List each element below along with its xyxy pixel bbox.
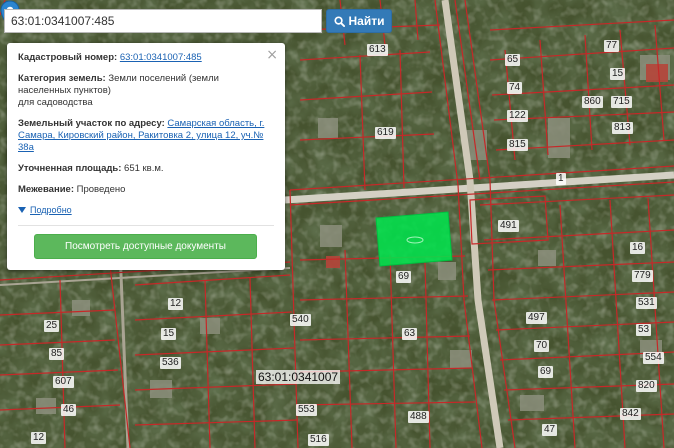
plot-label: 488 (408, 411, 429, 423)
plot-label: 122 (507, 110, 528, 122)
area-row: Уточненная площадь: 651 кв.м. (18, 163, 273, 175)
view-documents-button[interactable]: Посмотреть доступные документы (34, 234, 257, 259)
plot-label: 25 (44, 320, 60, 332)
plot-label: 613 (367, 44, 388, 56)
plot-label: 779 (632, 270, 653, 282)
plot-label: 15 (610, 68, 626, 80)
triangle-down-icon (18, 207, 26, 213)
cadastral-quarter-label: 63:01:0341007 (256, 370, 341, 384)
plot-label: 53 (636, 324, 652, 336)
details-link[interactable]: Подробно (30, 204, 72, 216)
plot-label: 619 (375, 127, 396, 139)
plot-label: 715 (611, 96, 632, 108)
plot-label: 815 (507, 139, 528, 151)
plot-label: 74 (507, 82, 523, 94)
plot-label: 516 (308, 434, 329, 446)
plot-label: 77 (604, 40, 620, 52)
land-category-label: Категория земель: (18, 73, 106, 84)
plot-label: 607 (53, 376, 74, 388)
plot-label: 540 (290, 314, 311, 326)
plot-label: 820 (636, 380, 657, 392)
area-value: 651 кв.м. (124, 163, 164, 174)
parcel-info-popup: × Кадастровый номер: 63:01:0341007:485 К… (7, 43, 285, 270)
plot-label: 12 (168, 298, 184, 310)
close-icon[interactable]: × (266, 48, 278, 62)
survey-label: Межевание: (18, 184, 74, 195)
plot-label: 63 (402, 328, 418, 340)
land-category-row: Категория земель: Земли поселений (земли… (18, 73, 273, 109)
cadastral-number-row: Кадастровый номер: 63:01:0341007:485 (18, 52, 273, 64)
plot-label: 15 (161, 328, 177, 340)
address-label: Земельный участок по адресу: (18, 118, 165, 129)
plot-label: 531 (636, 297, 657, 309)
plot-label: 813 (612, 122, 633, 134)
plot-label: 842 (620, 408, 641, 420)
plot-label: 47 (542, 424, 558, 436)
search-icon (333, 15, 345, 27)
plot-label: 65 (505, 54, 521, 66)
cadastral-number-link[interactable]: 63:01:0341007:485 (120, 52, 202, 63)
survey-value: Проведено (76, 184, 126, 195)
plot-label: 554 (643, 352, 664, 364)
plot-label: 46 (61, 404, 77, 416)
details-toggle[interactable]: Подробно (18, 204, 273, 216)
plot-label: 536 (160, 357, 181, 369)
search-button-label: Найти (348, 14, 385, 28)
cadastral-search-input[interactable] (4, 9, 322, 33)
divider (18, 225, 274, 226)
plot-label: 85 (49, 348, 65, 360)
address-row: Земельный участок по адресу: Самарская о… (18, 118, 273, 154)
search-button[interactable]: Найти (326, 9, 392, 33)
plot-label: 70 (534, 340, 550, 352)
plot-label: 860 (582, 96, 603, 108)
area-label: Уточненная площадь: (18, 163, 122, 174)
selected-parcel[interactable] (375, 211, 453, 267)
plot-label: 491 (498, 220, 519, 232)
survey-row: Межевание: Проведено (18, 184, 273, 196)
plot-label: 69 (396, 271, 412, 283)
cadastral-number-label: Кадастровый номер: (18, 52, 118, 63)
plot-label: 1 (556, 173, 566, 185)
plot-label: 69 (538, 366, 554, 378)
plot-label: 12 (31, 432, 47, 444)
plot-label: 16 (630, 242, 646, 254)
plot-label: 497 (526, 312, 547, 324)
land-use-value: для садоводства (18, 97, 93, 108)
plot-label: 553 (296, 404, 317, 416)
